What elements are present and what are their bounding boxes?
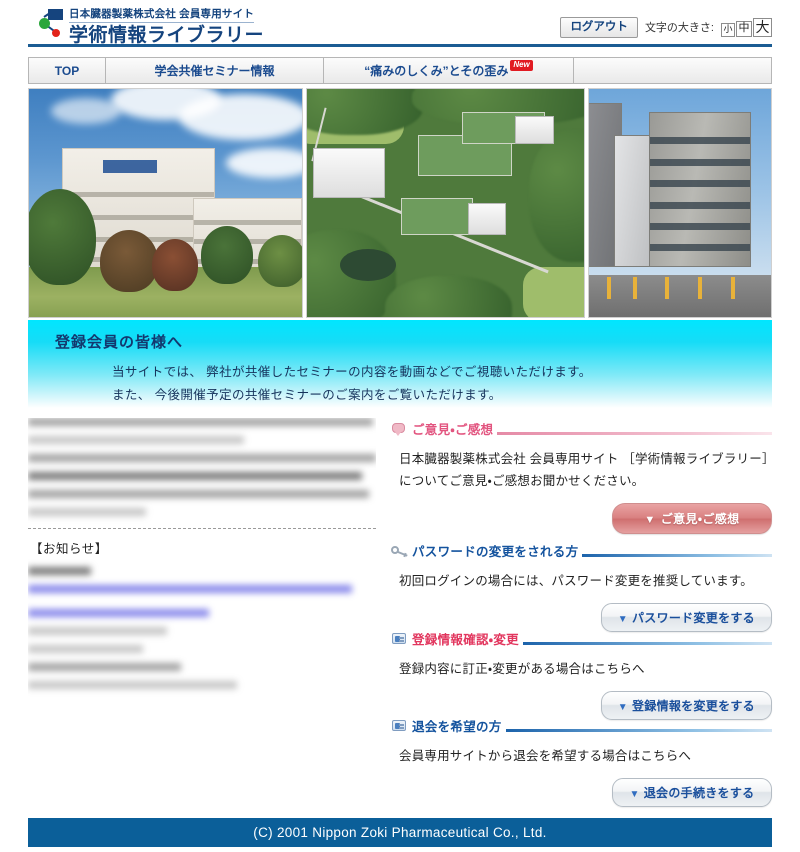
section-withdrawal-rule [505,729,772,732]
logo-subtitle: 日本臓器製薬株式会社 会員専用サイト [69,9,255,23]
site-header: 日本臓器製薬株式会社 会員専用サイト 学術情報ライブラリー ログアウト 文字の大… [0,0,800,50]
section-password-rule [582,554,772,557]
font-size-medium-button[interactable]: 中 [736,20,752,37]
section-registration: 登録情報確認・変更 登録内容に訂正・変更がある場合はこちらへ ▼ 登録情報を変更を… [391,628,772,720]
section-feedback-line-2: についてご意見・ご感想お聞かせください。 [399,473,645,488]
tab-seminar-info-label: 学会共催セミナー情報 [154,64,275,78]
hero-image-strip [28,88,772,318]
logo-text: 日本臓器製薬株式会社 会員専用サイト 学術情報ライブラリー [69,7,264,45]
hero-image-aerial-plant [306,88,585,318]
feedback-button[interactable]: ▼ ご意見・ご感想 [612,502,772,534]
section-password-body: 初回ログインの場合には、パスワード変更を推奨しています。 [399,571,772,593]
tab-pain-mechanism-label: “痛みのしくみ”とその歪み [364,64,509,78]
withdrawal-button[interactable]: ▼ 退会の手続きをする [612,777,772,807]
section-registration-rule [522,642,772,645]
banner-title: 登録会員の皆様へ [55,334,184,351]
id-card-icon [391,719,408,734]
triangle-down-icon: ▼ [617,701,628,713]
triangle-down-icon: ▼ [617,613,628,625]
header-tools: ログアウト 文字の大きさ: 小 中 大 [560,17,772,38]
section-divider [28,528,376,529]
change-password-button-label: パスワード変更をする [631,610,755,625]
section-password-title: パスワードの変更をされる方 [412,544,579,559]
section-feedback-rule [497,432,772,435]
font-size-controls: 小 中 大 [721,17,772,37]
logo-title: 学術情報ライブラリー [69,24,265,46]
main-navigation: TOP 学会共催セミナー情報 “痛みのしくみ”とその歪み New [28,57,772,84]
section-password-line-1: 初回ログインの場合には、パスワード変更を推奨しています。 [399,574,753,588]
font-size-small-button[interactable]: 小 [721,22,735,37]
copyright-text: (C) 2001 Nippon Zoki Pharmaceutical Co.,… [253,825,547,840]
tab-seminar-info[interactable]: 学会共催セミナー情報 [106,57,324,84]
section-withdrawal-line-1: 会員専用サイトから退会を希望する場合はこちらへ [399,749,692,763]
section-password-header: パスワードの変更をされる方 [391,540,772,559]
section-password: パスワードの変更をされる方 初回ログインの場合には、パスワード変更を推奨していま… [391,540,772,632]
triangle-down-icon: ▼ [644,513,656,526]
tab-top[interactable]: TOP [28,57,106,84]
site-footer: (C) 2001 Nippon Zoki Pharmaceutical Co.,… [28,818,772,847]
banner-line-2: また、 今後開催予定の共催セミナーのご案内をご覧いただけます。 [112,388,502,402]
tab-pain-mechanism[interactable]: “痛みのしくみ”とその歪み New [324,57,574,84]
withdrawal-button-label: 退会の手続きをする [643,785,755,800]
main-content: 【お知らせ】 ご意見・ご感想 日本臓器製薬株式会社 会員専用サイト ［学術情報ラ… [28,418,775,807]
redacted-intro-text [28,418,376,516]
section-withdrawal-body: 会員専用サイトから退会を希望する場合はこちらへ [399,746,772,768]
section-feedback-header: ご意見・ご感想 [391,418,772,437]
change-registration-button-label: 登録情報を変更をする [631,698,755,713]
speech-bubble-icon [391,422,408,437]
notice-heading: 【お知らせ】 [30,542,108,556]
member-welcome-banner: 登録会員の皆様へ 当サイトでは、 弊社が共催したセミナーの内容を動画などでご視聴… [28,320,772,408]
section-feedback-body: 日本臓器製薬株式会社 会員専用サイト ［学術情報ライブラリー］ についてご意見・… [399,449,775,493]
logo-mark-icon [36,7,66,41]
section-withdrawal: 退会を希望の方 会員専用サイトから退会を希望する場合はこちらへ ▼ 退会の手続きを… [391,715,772,807]
redacted-notice-text [28,567,376,689]
triangle-down-icon: ▼ [629,788,640,800]
page-root: 日本臓器製薬株式会社 会員専用サイト 学術情報ライブラリー ログアウト 文字の大… [0,0,800,852]
header-divider [28,44,772,47]
tab-filler [574,57,772,84]
section-registration-header: 登録情報確認・変更 [391,628,772,647]
member-actions-column: ご意見・ご感想 日本臓器製薬株式会社 会員専用サイト ［学術情報ライブラリー］ … [391,418,775,807]
key-icon [391,544,408,559]
section-registration-body: 登録内容に訂正・変更がある場合はこちらへ [399,659,772,681]
logout-button[interactable]: ログアウト [560,17,638,38]
section-withdrawal-header: 退会を希望の方 [391,715,772,734]
section-withdrawal-button-row: ▼ 退会の手続きをする [391,777,772,807]
section-feedback-button-row: ▼ ご意見・ご感想 [391,502,772,534]
hero-image-headquarters [28,88,303,318]
section-feedback: ご意見・ご感想 日本臓器製薬株式会社 会員専用サイト ［学術情報ライブラリー］ … [391,418,775,534]
section-feedback-line-1: 日本臓器製薬株式会社 会員専用サイト ［学術情報ライブラリー］ [399,452,775,466]
new-badge: New [510,60,533,71]
tab-top-label: TOP [54,63,80,78]
id-card-icon [391,632,408,647]
section-feedback-title: ご意見・ご感想 [412,422,494,437]
banner-line-1: 当サイトでは、 弊社が共催したセミナーの内容を動画などでご視聴いただけます。 [112,365,592,379]
site-logo[interactable]: 日本臓器製薬株式会社 会員専用サイト 学術情報ライブラリー [36,7,264,45]
font-size-large-button[interactable]: 大 [753,17,772,37]
feedback-button-label: ご意見・ご感想 [660,511,740,526]
announcements-column: 【お知らせ】 [28,418,376,800]
section-registration-title: 登録情報確認・変更 [412,632,519,647]
section-registration-line-1: 登録内容に訂正・変更がある場合はこちらへ [399,662,645,676]
section-withdrawal-title: 退会を希望の方 [412,719,502,734]
hero-image-office-building [588,88,772,318]
font-size-label: 文字の大きさ: [644,22,714,35]
